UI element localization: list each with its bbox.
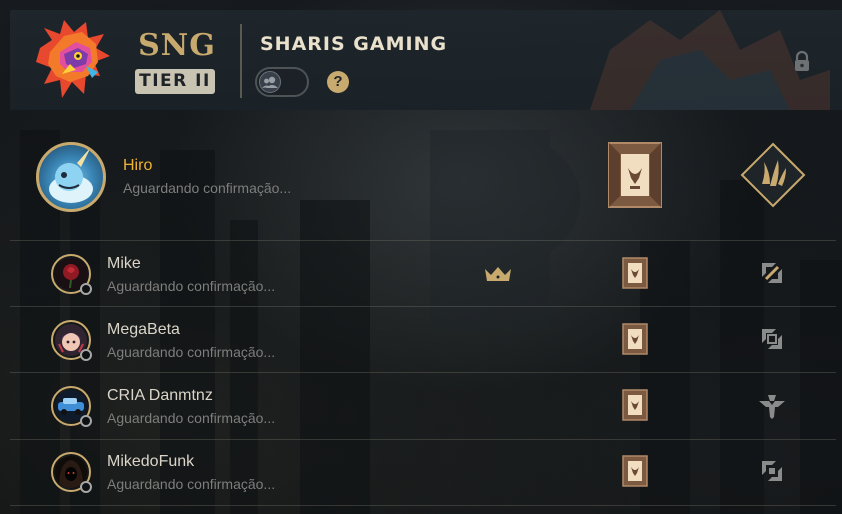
player-status: Aguardando confirmação... — [107, 476, 276, 492]
friends-toggle[interactable] — [255, 67, 309, 97]
banner-card-icon[interactable] — [608, 142, 662, 208]
hooded-avatar-icon — [51, 452, 92, 493]
bottom-role-icon[interactable] — [760, 459, 784, 483]
row-separator — [10, 240, 836, 241]
offline-status-dot — [80, 481, 92, 493]
banner-card-icon[interactable] — [622, 455, 648, 487]
header-divider — [240, 24, 242, 98]
player-name: CRIA Danmtnz — [107, 387, 213, 404]
banner-card-icon[interactable] — [622, 389, 648, 421]
player-name: Mike — [107, 255, 141, 272]
banner-card-icon[interactable] — [622, 323, 648, 355]
friends-toggle-icon — [262, 76, 278, 88]
offline-status-dot — [80, 415, 92, 427]
player-status: Aguardando confirmação... — [107, 410, 276, 426]
team-header: SNG TIER II SHARIS GAMING ? — [10, 10, 842, 110]
row-separator — [10, 372, 836, 373]
help-button[interactable]: ? — [327, 71, 349, 93]
phoenix-logo-icon — [36, 20, 110, 98]
mid-role-icon[interactable] — [760, 327, 784, 351]
player-status: Aguardando confirmação... — [107, 344, 276, 360]
lock-icon[interactable] — [793, 50, 811, 72]
crown-icon — [485, 267, 511, 281]
rose-avatar-icon — [51, 254, 92, 295]
jungle-role-icon[interactable] — [740, 142, 806, 208]
offline-status-dot — [80, 349, 92, 361]
row-separator — [10, 306, 836, 307]
team-name: SHARIS GAMING — [260, 33, 448, 55]
toggle-knob — [259, 71, 281, 93]
player-name: MegaBeta — [107, 321, 180, 338]
avatar-art — [49, 147, 93, 203]
banner-card-icon[interactable] — [622, 257, 648, 289]
offline-status-dot — [80, 283, 92, 295]
clash-lobby: SNG TIER II SHARIS GAMING ? Hiro Aguarda… — [0, 0, 842, 514]
logo-watermark — [590, 10, 830, 110]
player-status: Aguardando confirmação... — [123, 180, 292, 196]
girl-avatar-icon — [51, 320, 92, 361]
row-separator — [10, 439, 836, 440]
player-name: MikedoFunk — [107, 453, 195, 470]
player-status: Aguardando confirmação... — [107, 278, 276, 294]
team-tag: SNG — [138, 28, 216, 63]
player-name: Hiro — [123, 157, 153, 174]
tier-badge: TIER II — [135, 69, 215, 94]
top-role-icon[interactable] — [760, 261, 784, 285]
row-separator — [10, 505, 836, 506]
support-role-icon[interactable] — [758, 393, 786, 419]
car-avatar-icon — [51, 386, 92, 427]
narwhal-avatar-icon — [36, 142, 106, 212]
